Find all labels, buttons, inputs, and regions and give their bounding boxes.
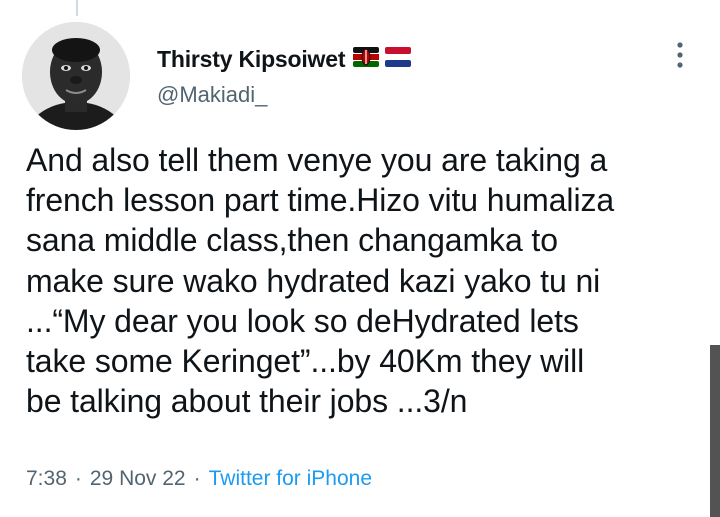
tweet-line: ...“My dear you look so deHydrated lets (26, 302, 579, 339)
tweet-line: make sure wako hydrated kazi yako tu ni (26, 262, 601, 299)
display-name[interactable]: Thirsty Kipsoiwet (157, 46, 345, 73)
more-options-icon[interactable] (668, 40, 692, 70)
netherlands-flag-icon (385, 46, 412, 72)
scrollbar[interactable] (710, 345, 720, 517)
avatar[interactable] (22, 22, 130, 130)
user-name-row[interactable]: Thirsty Kipsoiwet (157, 44, 412, 74)
tweet-line: sana middle class,then changamka to (26, 222, 558, 259)
thread-connector-line (76, 0, 78, 16)
tweet-meta: 7:38 · 29 Nov 22 · Twitter for iPhone (26, 467, 372, 491)
tweet-line: And also tell them venye you are taking … (26, 142, 608, 178)
kenya-flag-icon (353, 46, 380, 72)
tweet-time[interactable]: 7:38 (26, 467, 67, 491)
tweet-text: And also tell them venye you are taking … (26, 140, 716, 421)
tweet-source-link[interactable]: Twitter for iPhone (209, 467, 372, 491)
user-handle[interactable]: @Makiadi_ (157, 82, 267, 108)
tweet-line: take some Keringet”...by 40Km they will (26, 343, 585, 380)
avatar-photo (22, 22, 130, 130)
meta-separator: · (193, 467, 201, 490)
tweet-line: be talking about their jobs ...3/n (26, 383, 468, 420)
tweet-date[interactable]: 29 Nov 22 (90, 467, 186, 491)
tweet-line: french lesson part time.Hizo vitu humali… (26, 182, 615, 219)
meta-separator: · (74, 467, 82, 490)
